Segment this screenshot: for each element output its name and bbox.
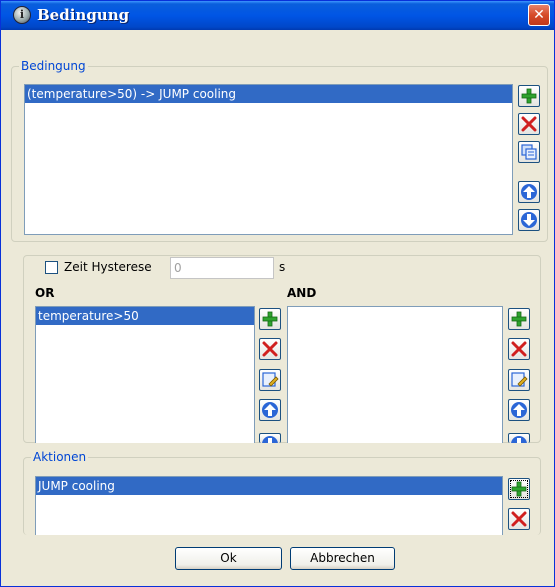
add-condition-button[interactable] bbox=[518, 85, 540, 107]
aktionen-list[interactable]: JUMP cooling bbox=[35, 476, 503, 535]
move-down-and-button[interactable] bbox=[508, 433, 530, 443]
add-icon bbox=[511, 481, 527, 497]
delete-and-button[interactable] bbox=[508, 338, 530, 360]
add-action-button[interactable] bbox=[508, 478, 530, 500]
delete-icon bbox=[521, 116, 537, 132]
and-list[interactable] bbox=[287, 306, 503, 443]
list-item[interactable]: (temperature>50) -> JUMP cooling bbox=[25, 85, 512, 103]
arrow-up-icon bbox=[511, 402, 527, 418]
move-up-and-button[interactable] bbox=[508, 399, 530, 421]
add-icon bbox=[511, 311, 527, 327]
list-item[interactable]: JUMP cooling bbox=[36, 477, 502, 495]
arrow-down-icon bbox=[511, 436, 527, 443]
delete-icon bbox=[262, 341, 278, 357]
ok-button[interactable]: Ok bbox=[175, 547, 282, 570]
move-down-or-button[interactable] bbox=[259, 433, 281, 443]
delete-icon bbox=[511, 511, 527, 527]
zeit-hysterese-checkbox[interactable] bbox=[45, 261, 58, 274]
add-icon bbox=[262, 311, 278, 327]
add-and-button[interactable] bbox=[508, 308, 530, 330]
delete-or-button[interactable] bbox=[259, 338, 281, 360]
delete-action-button[interactable] bbox=[508, 508, 530, 530]
delete-condition-button[interactable] bbox=[518, 113, 540, 135]
zeit-hysterese-label: Zeit Hysterese bbox=[64, 260, 152, 274]
add-or-button[interactable] bbox=[259, 308, 281, 330]
move-up-or-button[interactable] bbox=[259, 399, 281, 421]
bedingung-list[interactable]: (temperature>50) -> JUMP cooling bbox=[24, 84, 513, 235]
aktionen-legend: Aktionen bbox=[31, 450, 89, 464]
copy-condition-button[interactable] bbox=[518, 141, 540, 163]
dialog-window: i Bedingung ✕ Bedingung (temperature>50)… bbox=[0, 0, 555, 587]
title-bar[interactable]: i Bedingung ✕ bbox=[1, 1, 554, 30]
close-icon: ✕ bbox=[533, 7, 545, 23]
window-title: Bedingung bbox=[37, 6, 130, 24]
move-up-condition-button[interactable] bbox=[518, 181, 540, 203]
add-icon bbox=[521, 88, 537, 104]
and-header: AND bbox=[287, 286, 317, 300]
info-icon: i bbox=[13, 6, 31, 24]
arrow-down-icon bbox=[521, 212, 537, 228]
cancel-button[interactable]: Abbrechen bbox=[290, 547, 395, 570]
list-item[interactable]: temperature>50 bbox=[36, 307, 254, 325]
arrow-up-icon bbox=[262, 402, 278, 418]
or-list[interactable]: temperature>50 bbox=[35, 306, 255, 443]
edit-and-button[interactable] bbox=[508, 369, 530, 391]
arrow-up-icon bbox=[521, 184, 537, 200]
arrow-down-icon bbox=[262, 436, 278, 443]
copy-icon bbox=[521, 144, 537, 160]
edit-or-button[interactable] bbox=[259, 369, 281, 391]
edit-icon bbox=[262, 372, 279, 387]
zeit-hysterese-unit: s bbox=[279, 260, 286, 274]
move-down-condition-button[interactable] bbox=[518, 209, 540, 231]
delete-icon bbox=[511, 341, 527, 357]
or-header: OR bbox=[35, 286, 55, 300]
zeit-hysterese-input[interactable]: 0 bbox=[170, 257, 274, 279]
close-button[interactable]: ✕ bbox=[528, 4, 550, 26]
edit-icon bbox=[511, 372, 528, 387]
bedingung-legend: Bedingung bbox=[19, 59, 88, 73]
